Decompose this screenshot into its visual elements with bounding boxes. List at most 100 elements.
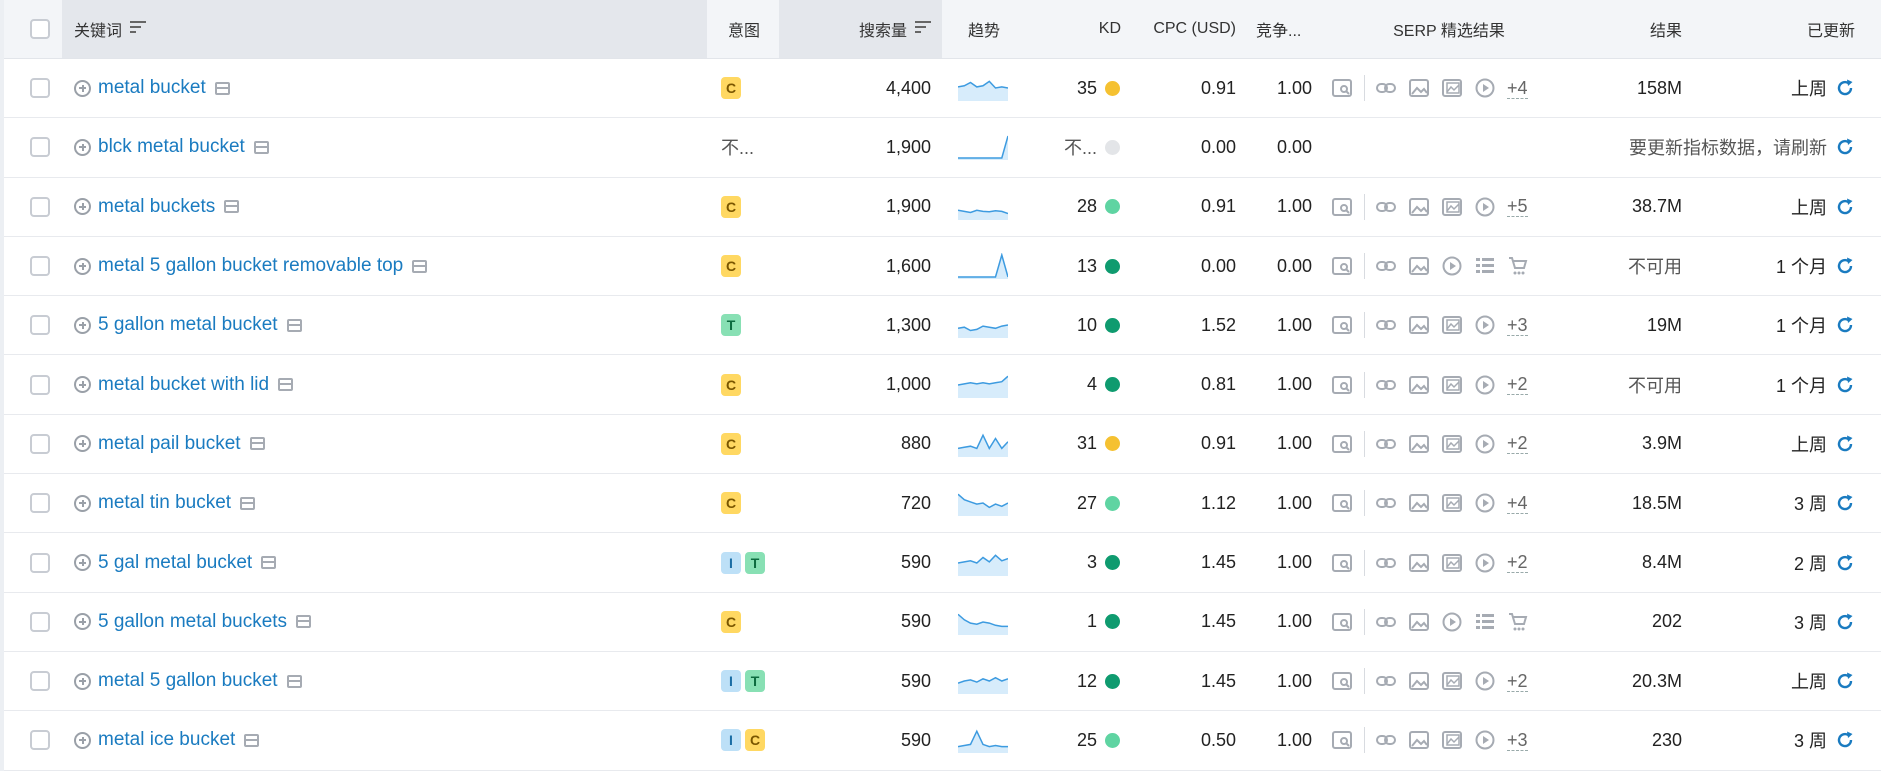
image-gallery-icon[interactable] (1441, 196, 1463, 218)
refresh-icon[interactable] (1835, 730, 1855, 750)
video-icon[interactable] (1474, 552, 1496, 574)
refresh-icon[interactable] (1835, 315, 1855, 335)
row-checkbox[interactable] (30, 730, 50, 751)
sort-icon[interactable] (915, 20, 931, 39)
cart-icon[interactable] (1507, 611, 1529, 633)
image-gallery-icon[interactable] (1441, 492, 1463, 514)
zoom-doc-icon[interactable] (1331, 196, 1353, 218)
row-checkbox[interactable] (30, 671, 50, 692)
refresh-icon[interactable] (1835, 493, 1855, 513)
image-icon[interactable] (1408, 670, 1430, 692)
refresh-icon[interactable] (1835, 197, 1855, 217)
volume-column-header[interactable]: 搜索量 (779, 0, 931, 58)
serp-more-link[interactable]: +3 (1507, 315, 1528, 336)
image-icon[interactable] (1408, 314, 1430, 336)
row-checkbox[interactable] (30, 196, 50, 217)
image-icon[interactable] (1408, 77, 1430, 99)
list-icon[interactable] (1474, 255, 1496, 277)
serp-snapshot-icon[interactable] (214, 81, 230, 95)
zoom-doc-icon[interactable] (1331, 77, 1353, 99)
zoom-doc-icon[interactable] (1331, 314, 1353, 336)
cart-icon[interactable] (1507, 255, 1529, 277)
image-gallery-icon[interactable] (1441, 374, 1463, 396)
serp-column-header[interactable]: SERP 精选结果 (1344, 0, 1554, 58)
keyword-link[interactable]: metal bucket with lid (98, 374, 269, 396)
serp-more-link[interactable]: +4 (1507, 78, 1528, 99)
add-to-list-icon[interactable] (74, 554, 91, 572)
image-icon[interactable] (1408, 492, 1430, 514)
row-checkbox[interactable] (30, 315, 50, 336)
serp-snapshot-icon[interactable] (412, 259, 428, 273)
link-icon[interactable] (1375, 433, 1397, 455)
add-to-list-icon[interactable] (74, 731, 91, 749)
row-checkbox[interactable] (30, 552, 50, 573)
keyword-link[interactable]: metal buckets (98, 196, 215, 218)
zoom-doc-icon[interactable] (1331, 670, 1353, 692)
zoom-doc-icon[interactable] (1331, 552, 1353, 574)
row-checkbox[interactable] (30, 493, 50, 514)
image-gallery-icon[interactable] (1441, 552, 1463, 574)
kd-column-header[interactable]: KD (1064, 0, 1121, 58)
row-checkbox[interactable] (30, 256, 50, 277)
row-checkbox[interactable] (30, 137, 50, 158)
zoom-doc-icon[interactable] (1331, 374, 1353, 396)
video-icon[interactable] (1474, 433, 1496, 455)
keyword-link[interactable]: metal 5 gallon bucket (98, 670, 278, 692)
serp-snapshot-icon[interactable] (286, 318, 302, 332)
zoom-doc-icon[interactable] (1331, 492, 1353, 514)
results-column-header[interactable]: 结果 (1604, 0, 1682, 58)
serp-more-link[interactable]: +2 (1507, 671, 1528, 692)
video-icon[interactable] (1474, 196, 1496, 218)
add-to-list-icon[interactable] (74, 257, 91, 275)
keyword-link[interactable]: metal pail bucket (98, 433, 241, 455)
add-to-list-icon[interactable] (74, 376, 91, 394)
image-icon[interactable] (1408, 433, 1430, 455)
serp-snapshot-icon[interactable] (296, 615, 312, 629)
refresh-icon[interactable] (1835, 78, 1855, 98)
add-to-list-icon[interactable] (74, 435, 91, 453)
zoom-doc-icon[interactable] (1331, 729, 1353, 751)
serp-more-link[interactable]: +2 (1507, 374, 1528, 396)
serp-snapshot-icon[interactable] (224, 200, 240, 214)
link-icon[interactable] (1375, 552, 1397, 574)
image-icon[interactable] (1408, 729, 1430, 751)
row-checkbox[interactable] (30, 433, 50, 454)
video-icon[interactable] (1441, 611, 1463, 633)
video-icon[interactable] (1474, 492, 1496, 514)
cpc-column-header[interactable]: CPC (USD) (1134, 0, 1236, 58)
link-icon[interactable] (1375, 492, 1397, 514)
video-icon[interactable] (1441, 255, 1463, 277)
image-gallery-icon[interactable] (1441, 314, 1463, 336)
add-to-list-icon[interactable] (74, 494, 91, 512)
serp-snapshot-icon[interactable] (249, 437, 265, 451)
zoom-doc-icon[interactable] (1331, 255, 1353, 277)
serp-snapshot-icon[interactable] (244, 733, 260, 747)
serp-snapshot-icon[interactable] (261, 556, 277, 570)
intent-column-header[interactable]: 意图 (709, 0, 779, 58)
refresh-icon[interactable] (1835, 137, 1855, 157)
image-gallery-icon[interactable] (1441, 433, 1463, 455)
keyword-link[interactable]: 5 gal metal bucket (98, 552, 252, 574)
link-icon[interactable] (1375, 77, 1397, 99)
link-icon[interactable] (1375, 255, 1397, 277)
add-to-list-icon[interactable] (74, 198, 91, 216)
link-icon[interactable] (1375, 196, 1397, 218)
zoom-doc-icon[interactable] (1331, 433, 1353, 455)
serp-more-link[interactable]: +2 (1507, 433, 1528, 455)
refresh-icon[interactable] (1835, 612, 1855, 632)
sort-icon[interactable] (130, 20, 147, 39)
refresh-icon[interactable] (1835, 553, 1855, 573)
serp-snapshot-icon[interactable] (286, 674, 302, 688)
keyword-link[interactable]: metal ice bucket (98, 729, 235, 751)
refresh-icon[interactable] (1835, 375, 1855, 395)
link-icon[interactable] (1375, 314, 1397, 336)
image-gallery-icon[interactable] (1441, 670, 1463, 692)
link-icon[interactable] (1375, 611, 1397, 633)
add-to-list-icon[interactable] (74, 672, 91, 690)
video-icon[interactable] (1474, 374, 1496, 396)
list-icon[interactable] (1474, 611, 1496, 633)
image-icon[interactable] (1408, 196, 1430, 218)
link-icon[interactable] (1375, 374, 1397, 396)
image-icon[interactable] (1408, 552, 1430, 574)
updated-column-header[interactable]: 已更新 (1754, 0, 1855, 58)
